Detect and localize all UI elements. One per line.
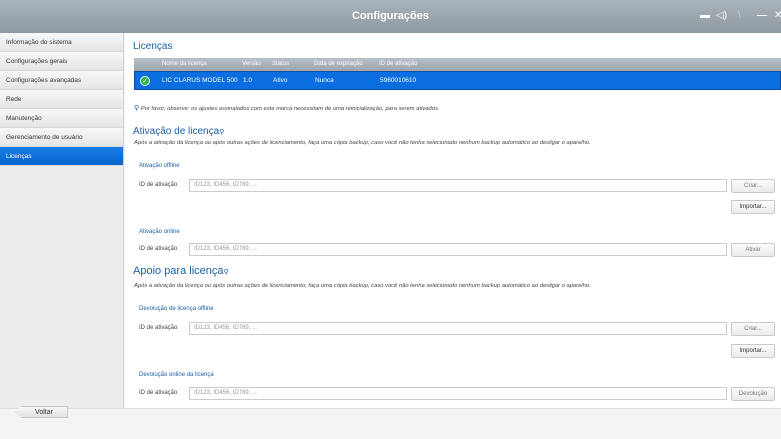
create-button[interactable]: Criar... [731, 179, 775, 193]
back-button-label: Voltar [14, 406, 68, 418]
column-header-expiration: Data de expiração [314, 61, 363, 67]
license-name: LIC CLARUS MODEL 500 [162, 77, 238, 84]
restart-marker-icon: ⚲ [134, 105, 140, 112]
column-header-activation-id: ID de ativação [379, 61, 418, 67]
restart-note: Por favor, observe: os ajustes assinalad… [140, 106, 440, 112]
online-activation-field-label: ID de ativação [139, 246, 178, 252]
minimize-icon[interactable]: — [757, 10, 767, 21]
return-import-button[interactable]: Importar... [731, 344, 775, 358]
offline-return-field-label: ID de ativação [139, 325, 178, 331]
online-return-label: Devolução online da licença [139, 372, 214, 378]
license-expiration: Nunca [315, 77, 334, 84]
license-activation-id: 5960010610 [380, 77, 417, 84]
offline-return-id-input[interactable]: ID123, ID456, ID789, ... [189, 322, 727, 335]
offline-activation-field-label: ID de ativação [139, 182, 178, 188]
restart-marker-icon: ⚲ [223, 269, 229, 276]
restore-icon[interactable]: \ [738, 10, 741, 21]
restart-marker-icon: ⚲ [219, 129, 225, 136]
online-return-id-input[interactable]: ID123, ID456, ID789, ... [189, 387, 727, 400]
sidebar-item-advanced-settings[interactable]: Configurações avançadas [0, 71, 123, 90]
activation-description: Após a ativação da licença ou após outra… [134, 140, 591, 146]
sidebar-item-maintenance[interactable]: Manutenção [0, 109, 123, 128]
main-panel: Licenças Nome da licença Versão Status D… [125, 33, 781, 408]
offline-return-label: Devolução de licença offline [139, 306, 214, 312]
support-description: Após a ativação da licença ou após outra… [134, 283, 591, 289]
online-activation-id-input[interactable]: ID123, ID456, ID789, ... [189, 243, 727, 256]
check-icon: ✓ [140, 76, 150, 86]
license-table-header: Nome da licença Versão Status Data de ex… [134, 58, 781, 71]
column-header-status: Status [272, 61, 290, 67]
column-header-version: Versão [242, 61, 261, 67]
activation-title: Ativação de licença [133, 126, 220, 137]
licenses-title: Licenças [133, 41, 173, 52]
sidebar-item-network[interactable]: Rede [0, 90, 123, 109]
online-activation-label: Ativação online [139, 229, 180, 235]
online-return-field-label: ID de ativação [139, 390, 178, 396]
return-button[interactable]: Devolução [731, 387, 775, 401]
back-button[interactable]: Voltar [14, 406, 68, 418]
sidebar-item-user-management[interactable]: Gerenciamento de usuário [0, 128, 123, 147]
offline-activation-label: Ativação offline [139, 163, 180, 169]
return-create-button[interactable]: Criar... [731, 322, 775, 336]
offline-activation-id-input[interactable]: ID123, ID456, ID789, ... [189, 179, 727, 192]
sidebar-item-licenses[interactable]: Licenças [0, 147, 123, 166]
license-status: Ativo [273, 77, 288, 84]
license-version: 1.0 [243, 77, 253, 84]
title-bar: Configurações ▬ ◁) \ — ✕ [0, 0, 781, 33]
window-title: Configurações [351, 10, 429, 22]
table-row[interactable]: ✓ LIC CLARUS MODEL 500 1.0 Ativo Nunca 5… [134, 71, 781, 90]
speaker-icon[interactable]: ◁) [716, 10, 727, 21]
close-icon[interactable]: ✕ [774, 10, 781, 21]
sidebar-item-general-settings[interactable]: Configurações gerais [0, 52, 123, 71]
column-header-name: Nome da licença [162, 61, 207, 67]
sidebar: Informação do sistema Configurações gera… [0, 33, 124, 408]
import-button[interactable]: Importar... [731, 200, 775, 214]
keyboard-icon[interactable]: ▬ [700, 10, 710, 21]
bottom-bar: Voltar [0, 406, 781, 439]
license-table: Nome da licença Versão Status Data de ex… [134, 58, 781, 90]
sidebar-item-system-info[interactable]: Informação do sistema [0, 33, 123, 52]
support-title: Apoio para licença [133, 265, 224, 277]
activate-button[interactable]: Ativar [731, 243, 775, 257]
